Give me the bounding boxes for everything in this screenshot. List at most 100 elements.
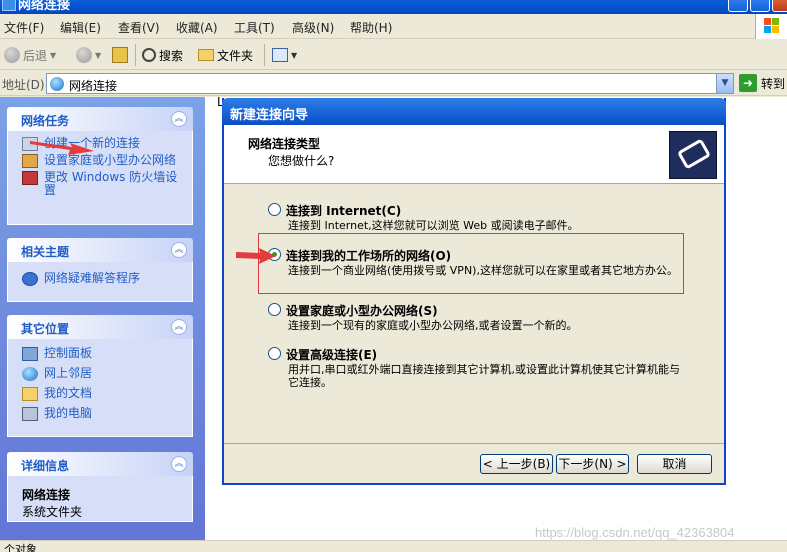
- next-button[interactable]: 下一步(N) >: [556, 454, 629, 474]
- network-tasks-panel: 网络任务 ︽ 创建一个新的连接 设置家庭或小型办公网络 更改 Windows 防…: [7, 107, 193, 225]
- annotation-arrow-icon: [30, 141, 94, 155]
- place-network-neighborhood[interactable]: 网上邻居: [22, 366, 186, 381]
- collapse-chevron-icon[interactable]: ︽: [171, 242, 187, 258]
- annotation-arrow-icon: [236, 248, 276, 264]
- minimize-button[interactable]: [728, 0, 748, 12]
- search-icon: [142, 48, 156, 62]
- place-my-documents[interactable]: 我的文档: [22, 386, 186, 401]
- radio-advanced-connection[interactable]: [268, 347, 281, 360]
- place-control-panel[interactable]: 控制面板: [22, 346, 186, 361]
- folder-icon: [198, 49, 214, 61]
- option-description: 连接到 Internet,这样您就可以浏览 Web 或阅读电子邮件。: [288, 219, 579, 232]
- other-places-panel: 其它位置 ︽ 控制面板 网上邻居 我的文档 我的电脑: [7, 315, 193, 437]
- place-label: 我的文档: [44, 386, 93, 400]
- topic-network-troubleshooter[interactable]: 网络疑难解答程序: [22, 271, 186, 286]
- place-label: 网上邻居: [44, 366, 93, 380]
- option-description: 用并口,串口或红外端口直接连接到其它计算机,或设置此计算机使其它计算机能与它连接…: [288, 363, 680, 389]
- address-value: 网络连接: [69, 79, 118, 93]
- window-title: 网络连接: [18, 0, 71, 13]
- collapse-chevron-icon[interactable]: ︽: [171, 111, 187, 127]
- watermark: https://blog.csdn.net/qq_42363804: [535, 525, 735, 540]
- task-label: 更改 Windows 防火墙设置: [44, 170, 178, 197]
- menu-advanced[interactable]: 高级(N): [292, 19, 334, 36]
- go-button[interactable]: ➜ 转到: [739, 74, 785, 92]
- forward-button[interactable]: ▼: [76, 46, 101, 64]
- menu-edit[interactable]: 编辑(E): [60, 19, 101, 36]
- panel-header[interactable]: 详细信息 ︽: [7, 452, 193, 476]
- menu-help[interactable]: 帮助(H): [350, 19, 392, 36]
- status-text: 个对象: [4, 543, 37, 552]
- task-setup-home-network[interactable]: 设置家庭或小型办公网络: [22, 153, 186, 168]
- related-topics-panel: 相关主题 ︽ 网络疑难解答程序: [7, 238, 193, 302]
- radio-internet[interactable]: [268, 203, 281, 216]
- wizard-title-bar[interactable]: 新建连接向导: [222, 98, 726, 125]
- panel-header[interactable]: 相关主题 ︽: [7, 238, 193, 262]
- panel-header[interactable]: 网络任务 ︽: [7, 107, 193, 131]
- toolbar-divider: [264, 44, 265, 66]
- task-pane: 网络任务 ︽ 创建一个新的连接 设置家庭或小型办公网络 更改 Windows 防…: [0, 97, 205, 540]
- menu-view[interactable]: 查看(V): [118, 19, 160, 36]
- back-arrow-icon: [4, 47, 20, 63]
- address-dropdown-button[interactable]: ▼: [716, 74, 733, 93]
- menu-favorites[interactable]: 收藏(A): [176, 19, 218, 36]
- maximize-button[interactable]: [750, 0, 770, 12]
- wizard-title: 新建连接向导: [230, 108, 309, 123]
- folders-button[interactable]: 文件夹: [198, 46, 253, 64]
- views-icon: [272, 48, 288, 62]
- task-firewall-settings[interactable]: 更改 Windows 防火墙设置: [22, 171, 186, 197]
- details-name: 网络连接: [22, 488, 71, 502]
- details-panel: 详细信息 ︽ 网络连接 系统文件夹: [7, 452, 193, 522]
- folders-label: 文件夹: [217, 48, 254, 63]
- place-label: 控制面板: [44, 346, 93, 360]
- details-type: 系统文件夹: [22, 505, 83, 519]
- address-bar: 地址(D) 网络连接 ▼ ➜ 转到: [0, 71, 787, 96]
- option-label: 连接到 Internet(C): [286, 204, 402, 218]
- close-button[interactable]: [772, 0, 787, 12]
- go-label: 转到: [761, 76, 786, 91]
- views-button[interactable]: ▼: [272, 46, 297, 64]
- home-network-icon: [22, 154, 38, 168]
- search-button[interactable]: 搜索: [142, 46, 183, 64]
- place-my-computer[interactable]: 我的电脑: [22, 406, 186, 421]
- button-divider: [224, 443, 724, 444]
- menu-bar: 文件(F) 编辑(E) 查看(V) 收藏(A) 工具(T) 高级(N) 帮助(H…: [0, 14, 787, 39]
- network-connections-icon: [50, 77, 64, 91]
- radio-home-network[interactable]: [268, 303, 281, 316]
- go-arrow-icon: ➜: [739, 74, 757, 92]
- up-folder-icon: [112, 47, 128, 63]
- info-icon: [22, 272, 38, 286]
- firewall-icon: [22, 171, 38, 185]
- back-button[interactable]: 后退 ▼: [4, 46, 56, 64]
- task-label: 设置家庭或小型办公网络: [44, 153, 177, 167]
- wizard-header: 网络连接类型 您想做什么?: [224, 125, 724, 184]
- wizard-header-subtitle: 您想做什么?: [268, 154, 335, 168]
- network-neighborhood-icon: [22, 367, 38, 381]
- toolbar-divider: [135, 44, 136, 66]
- place-label: 我的电脑: [44, 406, 93, 420]
- forward-arrow-icon: [76, 47, 92, 63]
- windows-logo-icon: [755, 14, 787, 39]
- address-input[interactable]: 网络连接 ▼: [46, 73, 734, 94]
- cancel-button[interactable]: 取消: [637, 454, 712, 474]
- back-label: 后退: [23, 48, 48, 63]
- status-bar: 个对象: [0, 540, 787, 552]
- topic-label: 网络疑难解答程序: [44, 271, 141, 285]
- address-label: 地址(D): [2, 78, 45, 92]
- annotation-highlight-box: [258, 233, 684, 294]
- option-description: 连接到一个现有的家庭或小型办公网络,或者设置一个新的。: [288, 319, 578, 332]
- panel-header[interactable]: 其它位置 ︽: [7, 315, 193, 339]
- menu-tools[interactable]: 工具(T): [234, 19, 275, 36]
- menu-file[interactable]: 文件(F): [4, 19, 44, 36]
- panel-title: 其它位置: [21, 322, 70, 336]
- panel-title: 相关主题: [21, 245, 70, 259]
- option-label: 设置家庭或小型办公网络(S): [286, 304, 438, 318]
- collapse-chevron-icon[interactable]: ︽: [171, 456, 187, 472]
- up-folder-button[interactable]: [112, 46, 128, 64]
- collapse-chevron-icon[interactable]: ︽: [171, 319, 187, 335]
- back-button[interactable]: < 上一步(B): [480, 454, 553, 474]
- panel-title: 详细信息: [21, 459, 70, 473]
- control-panel-icon: [22, 347, 38, 361]
- my-computer-icon: [22, 407, 38, 421]
- panel-title: 网络任务: [21, 114, 70, 128]
- wizard-header-title: 网络连接类型: [248, 137, 321, 151]
